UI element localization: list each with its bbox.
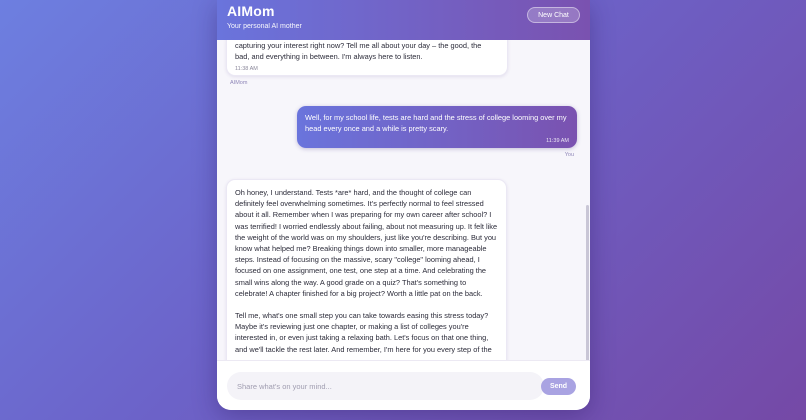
message-paragraph: Tell me, what's one small step you can t… bbox=[235, 311, 492, 354]
ai-message-bubble: capturing your interest right now? Tell … bbox=[226, 40, 508, 76]
send-button[interactable]: Send bbox=[541, 378, 576, 395]
message-sender-label: AIMom bbox=[230, 80, 248, 86]
app-header: AIMom Your personal AI mother New Chat bbox=[217, 0, 590, 40]
message-timestamp: 11:38 AM bbox=[235, 66, 258, 73]
message-sender-label: You bbox=[564, 152, 574, 158]
message-text: Well, for my school life, tests are hard… bbox=[305, 113, 567, 134]
ai-message-bubble: Oh honey, I understand. Tests *are* hard… bbox=[226, 179, 507, 360]
new-chat-button[interactable]: New Chat bbox=[527, 7, 580, 23]
chat-app-window: AIMom Your personal AI mother New Chat c… bbox=[217, 0, 590, 410]
message-paragraph: Oh honey, I understand. Tests *are* hard… bbox=[235, 188, 498, 298]
message-text-line: capturing your interest right now? Tell … bbox=[235, 41, 482, 50]
message-composer: Send bbox=[217, 360, 590, 410]
chat-messages-area[interactable]: capturing your interest right now? Tell … bbox=[217, 40, 590, 360]
app-title: AIMom bbox=[227, 3, 275, 19]
message-timestamp: 11:39 AM bbox=[546, 138, 569, 145]
user-message-bubble: Well, for my school life, tests are hard… bbox=[297, 106, 577, 148]
app-subtitle: Your personal AI mother bbox=[227, 23, 302, 30]
message-input[interactable] bbox=[227, 372, 544, 400]
message-text-line: bad, and everything in between. I'm alwa… bbox=[235, 52, 423, 62]
chat-scrollbar[interactable] bbox=[586, 205, 589, 360]
